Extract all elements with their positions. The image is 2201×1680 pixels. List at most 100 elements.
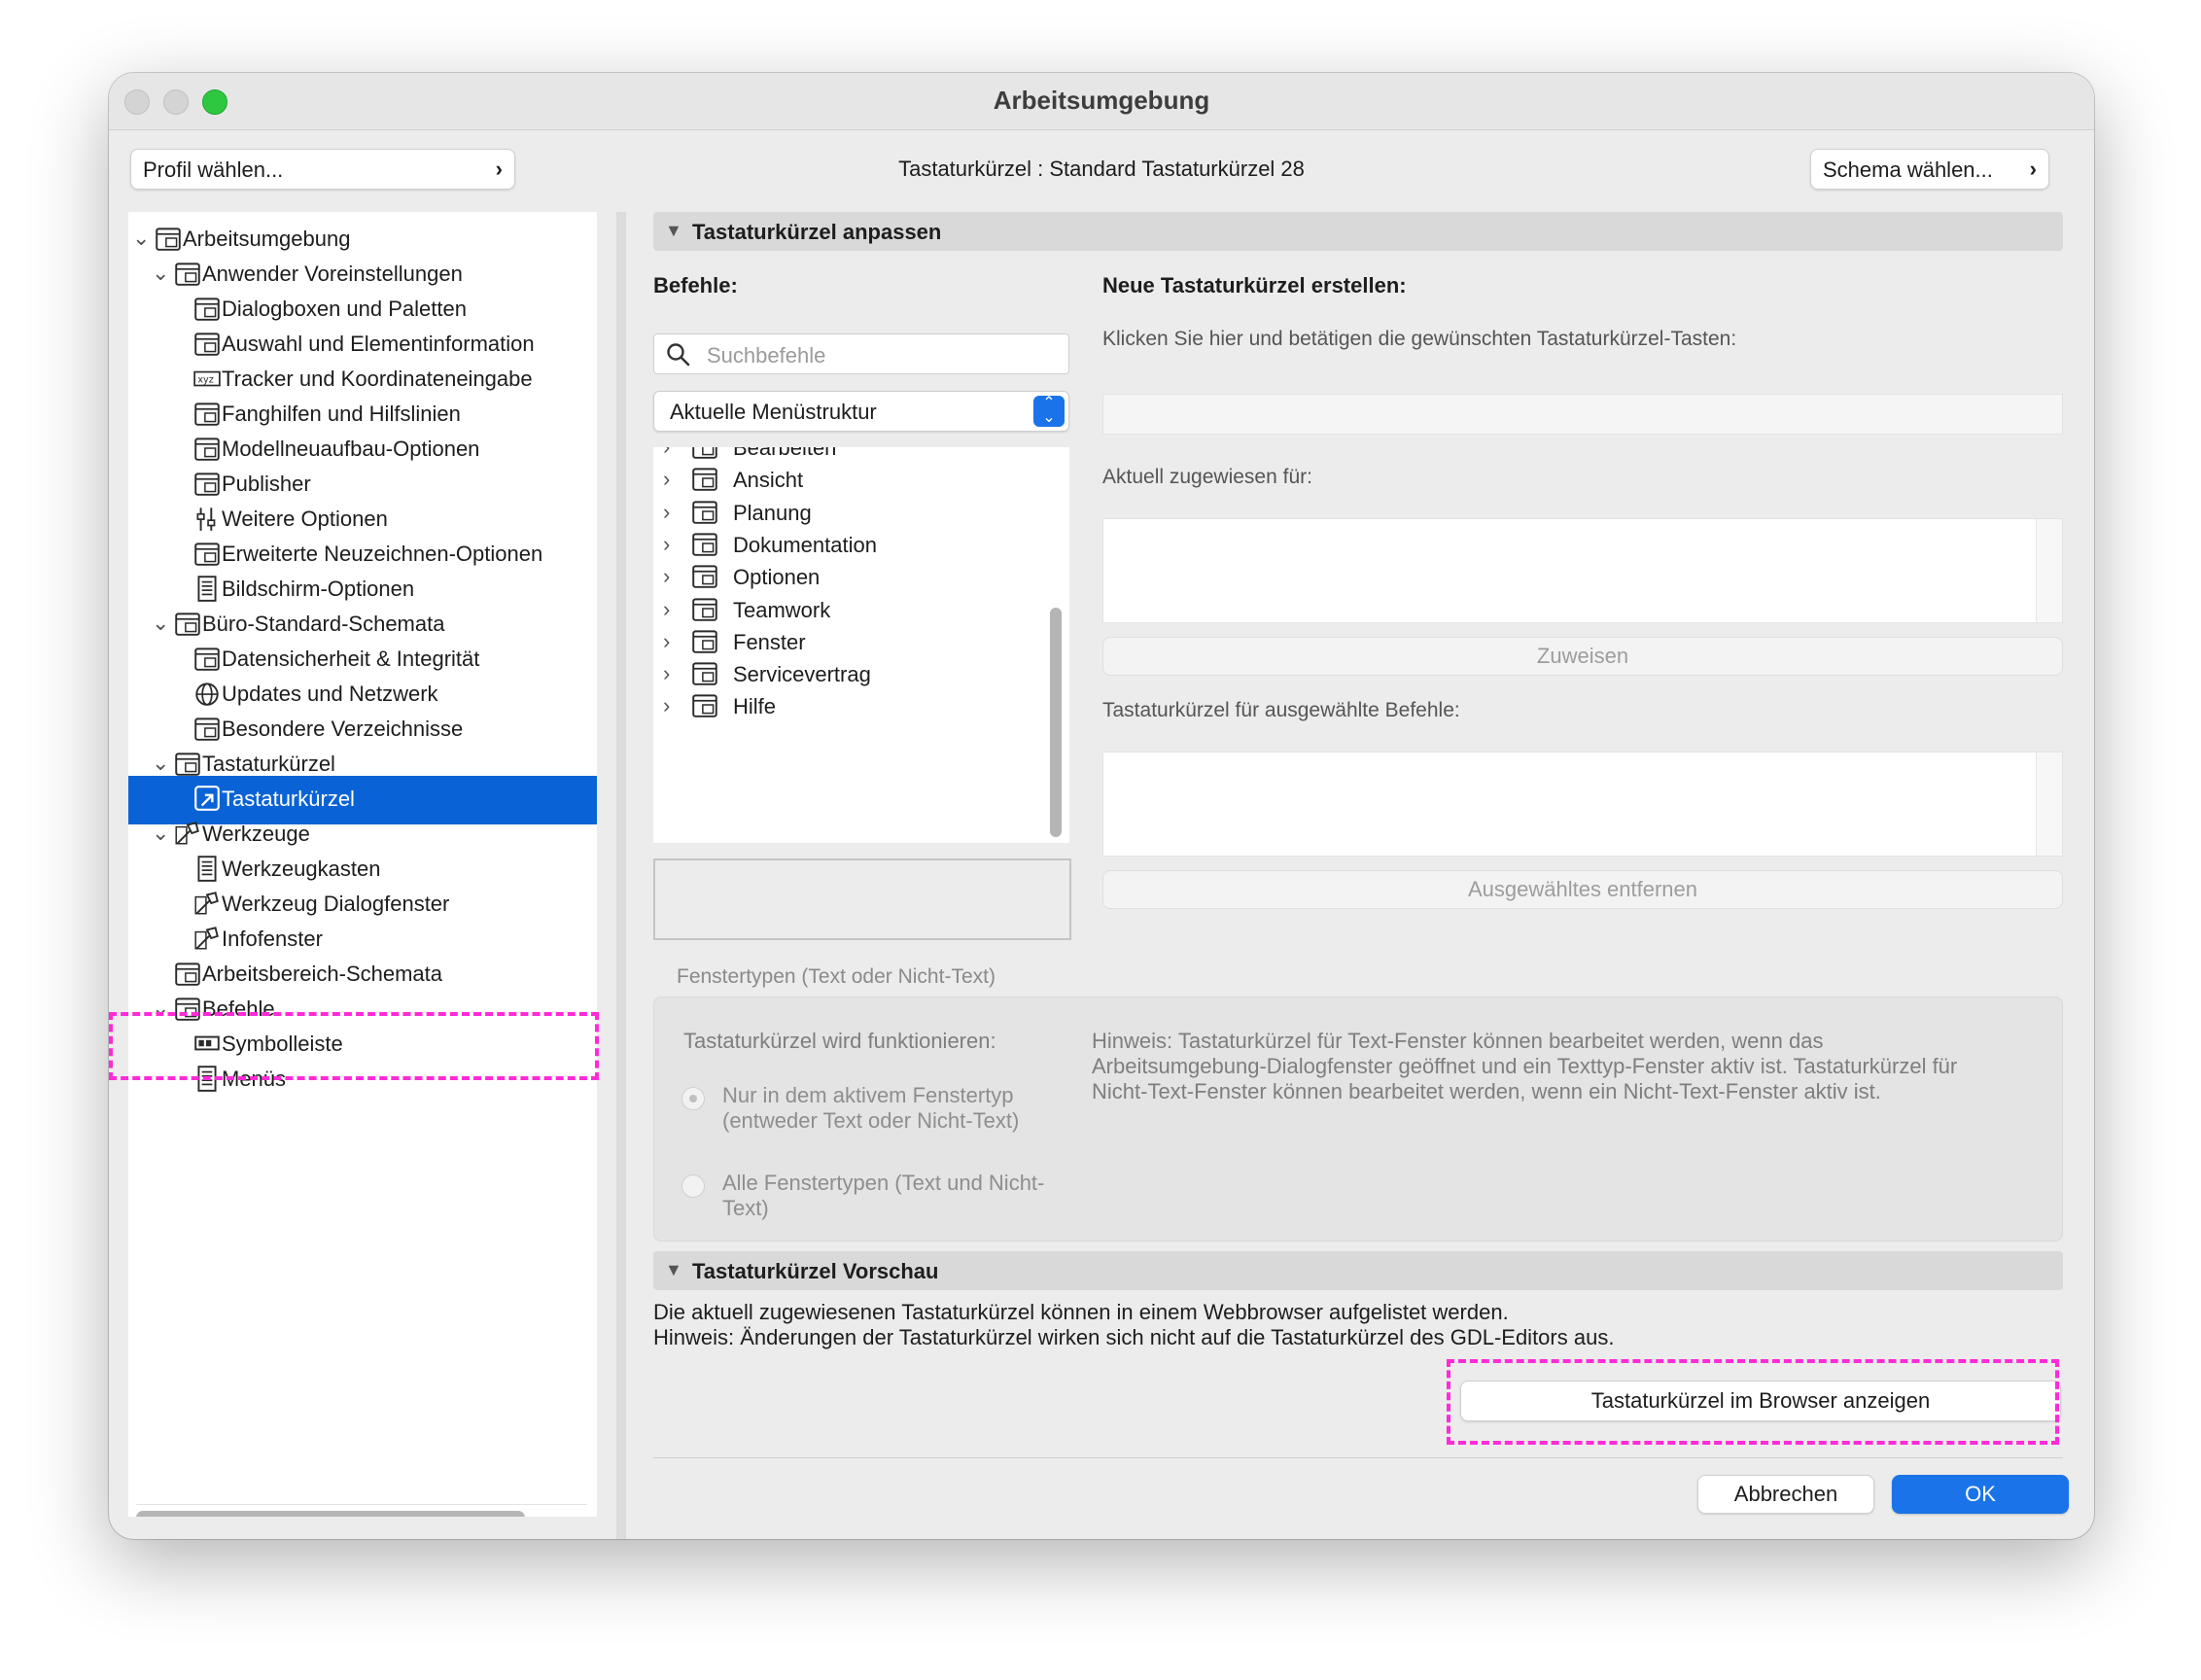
window-title: Arbeitsumgebung [993, 86, 1210, 115]
assigned-list[interactable] [1102, 518, 2063, 623]
tree-item-label: Werkzeugkasten [222, 857, 381, 881]
tree-item-label: Tracker und Koordinateneingabe [222, 367, 533, 391]
selected-shortcuts-list[interactable] [1102, 752, 2063, 857]
click-hint-label: Klicken Sie hier und betätigen die gewün… [1102, 328, 1737, 350]
tools-icon [173, 819, 202, 848]
window-types-hint: Hinweis: Tastaturkürzel für Text-Fenster… [1092, 1029, 1957, 1104]
current-shortcut-scheme: Tastaturkürzel : Standard Tastaturkürzel… [109, 157, 2094, 182]
info-box-icon [192, 924, 222, 953]
tree-item-label: Werkzeuge [202, 822, 310, 846]
tree-item-label: Tastaturkürzel [202, 752, 335, 776]
dialog-palettes-icon [192, 294, 222, 323]
tree-item-label: Modellneuaufbau-Optionen [222, 437, 480, 461]
tree-item-label: Dialogboxen und Paletten [222, 297, 467, 321]
screen-options-icon [192, 574, 222, 603]
command-detail-box [653, 858, 1071, 940]
chevron-down-icon[interactable]: ⌄ [152, 751, 169, 776]
snap-guides-icon [192, 399, 222, 428]
preview-section-header[interactable]: ▼ Tastaturkürzel Vorschau [653, 1251, 2063, 1290]
keyboard-shortcut-icon [173, 749, 202, 778]
hint-line3: Nicht-Text-Fenster können bearbeitet wer… [1092, 1079, 1881, 1103]
tree-item-label: Arbeitsumgebung [183, 227, 351, 251]
globe-icon [192, 679, 222, 708]
tree-item-label: Datensicherheit & Integrität [222, 647, 480, 671]
tree-item-label: Anwender Voreinstellungen [202, 262, 463, 286]
selection-info-icon [192, 329, 222, 358]
redraw-options-icon [192, 539, 222, 568]
chevron-down-icon[interactable]: ⌄ [132, 226, 150, 251]
shortcut-capture-field[interactable] [1102, 394, 2063, 435]
annotation-highlight-browser-button [1447, 1359, 2059, 1445]
preview-section-title: Tastaturkürzel Vorschau [692, 1259, 939, 1283]
menu-structure-select[interactable]: Aktuelle Menüstruktur ⌃ ⌄ [653, 391, 1069, 432]
sliders-icon [192, 504, 222, 533]
tree-item-label: Bildschirm-Optionen [222, 577, 415, 601]
footer-separator [653, 1457, 2063, 1458]
xyz-tracker-icon: xyz [192, 364, 222, 393]
user-preferences-icon [173, 259, 202, 288]
workspace-scheme-icon [173, 959, 202, 988]
disclosure-triangle-icon[interactable]: ▼ [665, 221, 682, 241]
menu-structure-value: Aktuelle Menüstruktur [670, 400, 877, 424]
choose-scheme-button[interactable]: Schema wählen... › [1810, 149, 2049, 190]
option-active-window-type[interactable]: Nur in dem aktivem Fenstertyp (entweder … [722, 1083, 1019, 1134]
tree-item-label: Tastaturkürzel [222, 787, 355, 811]
settings-tree[interactable]: ⌄ Arbeitsumgebung ⌄ Anwender Voreinstellung… [128, 212, 597, 1517]
pane-divider[interactable] [616, 212, 626, 1539]
option-active-line2: (entweder Text oder Nicht-Text) [722, 1108, 1020, 1133]
disclosure-triangle-icon[interactable]: ▼ [665, 1260, 682, 1280]
option-all-line1: Alle Fenstertypen (Text und Nicht- [722, 1171, 1045, 1195]
customize-section-header[interactable]: ▼ Tastaturkürzel anpassen [653, 212, 2063, 251]
option-all-line2: Text) [722, 1196, 769, 1220]
choose-scheme-label: Schema wählen... [1823, 158, 1993, 182]
selected-shortcuts-scrollbar[interactable] [2036, 752, 2062, 856]
shortcut-arrow-icon [192, 784, 222, 813]
select-stepper-icon: ⌃ ⌄ [1033, 396, 1065, 427]
chevron-right-icon[interactable]: › [663, 693, 670, 718]
remove-selected-button[interactable]: Ausgewähltes entfernen [1102, 870, 2063, 909]
tree-item-label: Weitere Optionen [222, 507, 388, 531]
preview-text: Die aktuell zugewiesenen Tastaturkürzel … [653, 1300, 1614, 1350]
window-types-group: Tastaturkürzel wird funktionieren: Nur i… [653, 997, 2063, 1242]
tree-item-label: Publisher [222, 472, 311, 496]
command-menu-label: Hilfe [733, 694, 777, 719]
ok-button[interactable]: OK [1892, 1475, 2069, 1514]
tool-dialog-icon [192, 889, 222, 918]
preview-line1: Die aktuell zugewiesenen Tastaturkürzel … [653, 1300, 1509, 1324]
chevron-down-icon[interactable]: ⌄ [152, 261, 169, 286]
chevron-down-icon[interactable]: ⌄ [152, 821, 169, 846]
workspace-icon [154, 224, 183, 253]
command-list[interactable]: ›Bearbeiten›Ansicht›Planung›Dokumentatio… [653, 447, 1069, 843]
tree-item-label: Infofenster [222, 927, 323, 951]
command-menu-item[interactable]: › Hilfe [653, 682, 1042, 729]
chevron-right-icon: › [2029, 157, 2037, 181]
radio-all-window-types[interactable] [681, 1174, 705, 1198]
tree-item-label: Werkzeug Dialogfenster [222, 892, 450, 916]
tree-item-label: Auswahl und Elementinformation [222, 332, 535, 356]
tree-item-label: Besondere Verzeichnisse [222, 717, 464, 741]
assigned-list-scrollbar[interactable] [2036, 519, 2062, 622]
cancel-button[interactable]: Abbrechen [1697, 1475, 1874, 1514]
tree-item-label: Arbeitsbereich-Schemata [202, 962, 443, 986]
customize-section-title: Tastaturkürzel anpassen [692, 220, 942, 244]
command-search-input[interactable]: Suchbefehle [653, 333, 1069, 374]
scrollbar-thumb[interactable] [136, 1511, 525, 1517]
command-list-scrollbar[interactable] [1050, 608, 1062, 837]
radio-active-window-type[interactable] [681, 1087, 705, 1110]
shortcut-scheme-value: Standard Tastaturkürzel 28 [1049, 157, 1305, 181]
annotation-highlight-selected-item [109, 1012, 599, 1080]
search-icon [667, 343, 690, 367]
chevron-down-icon[interactable]: ⌄ [152, 611, 169, 636]
tree-item-label: Updates und Netzwerk [222, 682, 438, 706]
tree-item-label: Erweiterte Neuzeichnen-Optionen [222, 542, 543, 566]
option-all-window-types[interactable]: Alle Fenstertypen (Text und Nicht- Text) [722, 1171, 1044, 1221]
new-shortcut-label: Neue Tastaturkürzel erstellen: [1102, 273, 1407, 298]
rebuild-options-icon [192, 434, 222, 463]
tree-item-label: Fanghilfen und Hilfslinien [222, 402, 461, 426]
preferences-window: Arbeitsumgebung Profil wählen... › Tasta… [109, 73, 2094, 1539]
hint-line1: Hinweis: Tastaturkürzel für Text-Fenster… [1092, 1029, 1824, 1053]
assign-button[interactable]: Zuweisen [1102, 637, 2063, 676]
svg-text:xyz: xyz [197, 374, 213, 385]
tree-horizontal-scrollbar[interactable] [136, 1504, 587, 1517]
menu-folder-icon [690, 690, 719, 725]
